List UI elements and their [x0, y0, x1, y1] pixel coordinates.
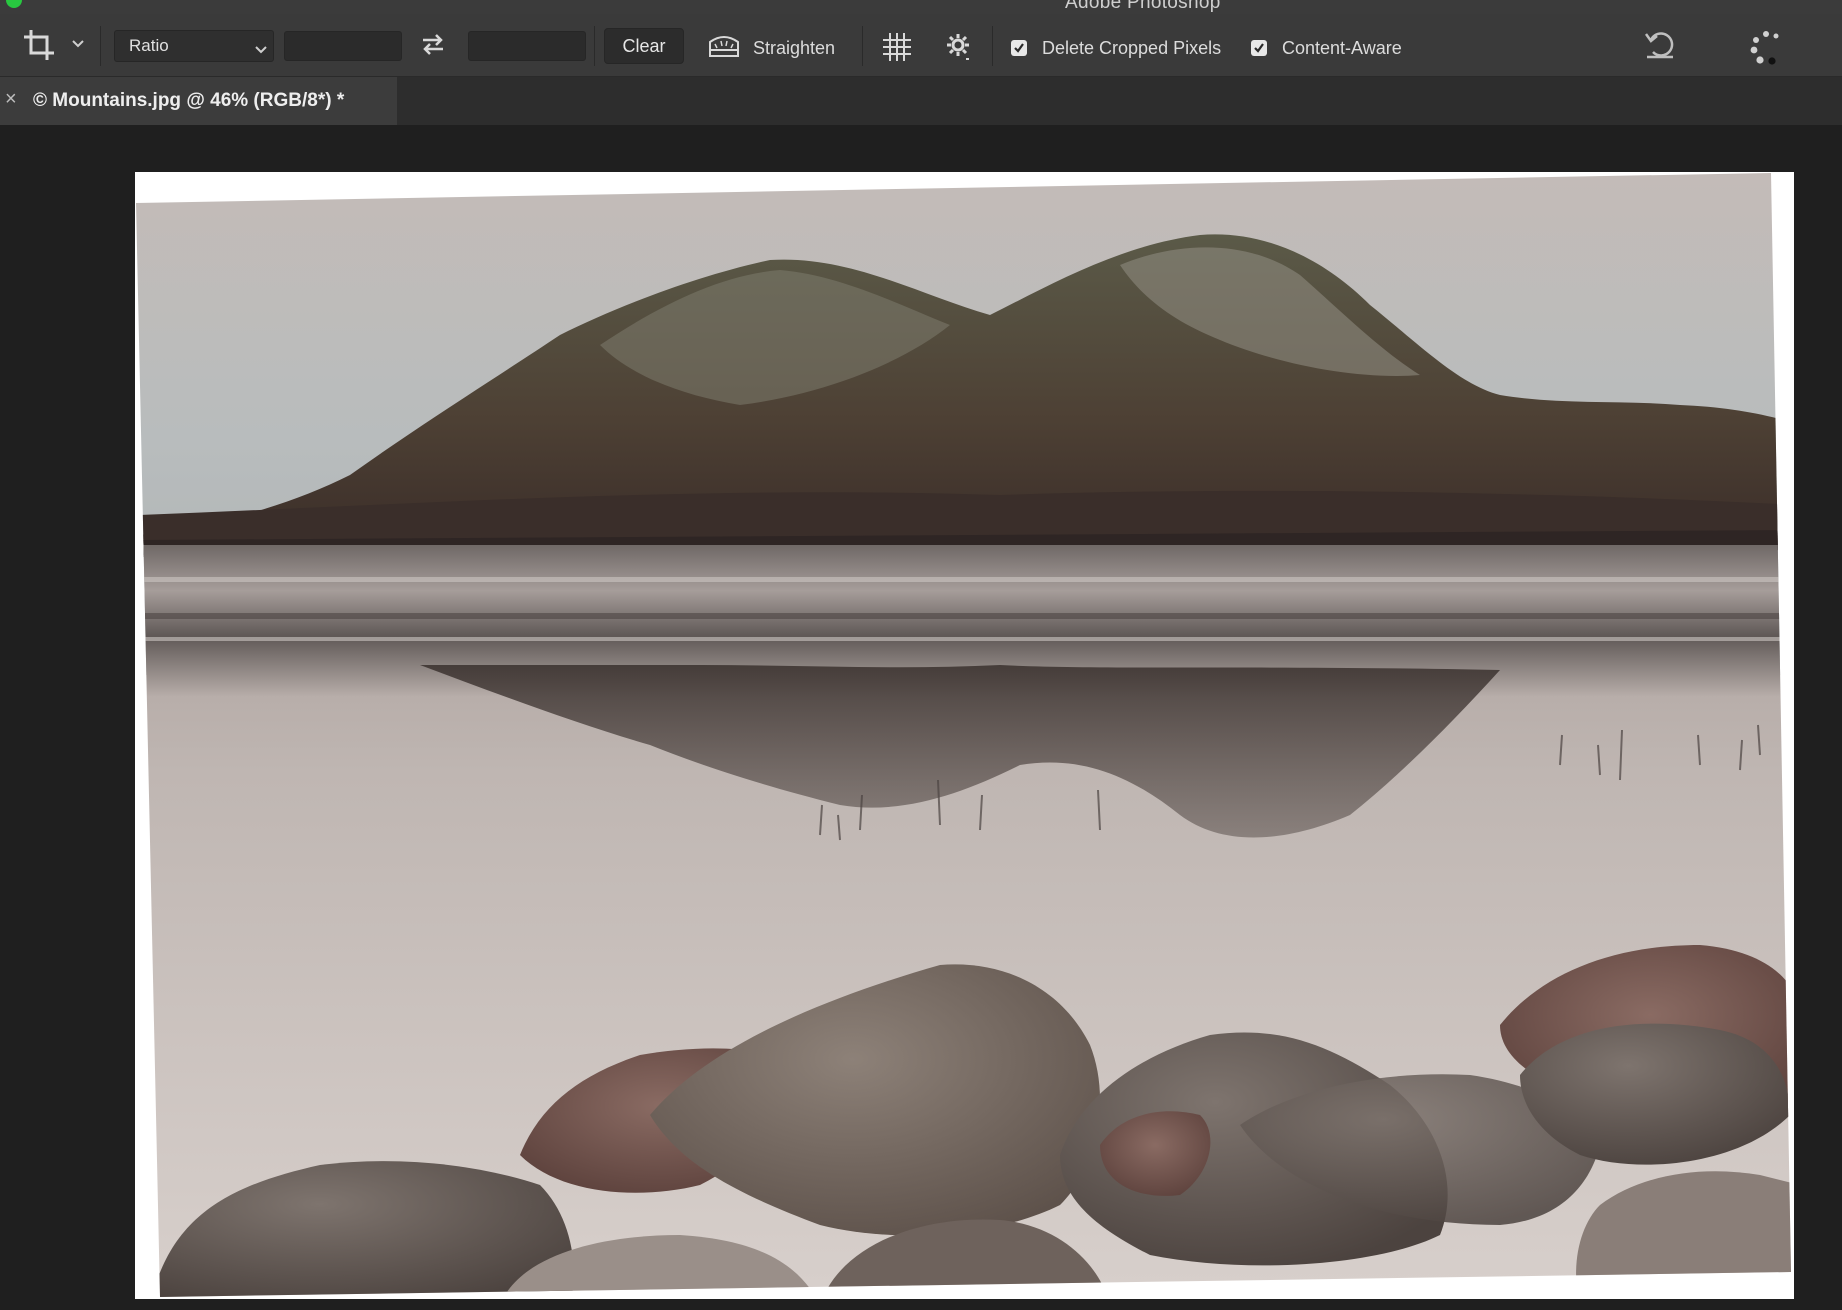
close-tab-icon[interactable]: ×	[5, 88, 17, 111]
delete-cropped-pixels-checkbox[interactable]	[1011, 40, 1027, 56]
document-tab-bar: × © Mountains.jpg @ 46% (RGB/8*) *	[0, 77, 1842, 125]
clear-button[interactable]: Clear	[604, 28, 684, 64]
content-aware-checkbox[interactable]	[1251, 40, 1267, 56]
mountains-lake-photo[interactable]	[0, 125, 1842, 1310]
crop-icon[interactable]	[22, 28, 56, 62]
content-aware-label[interactable]: Content-Aware	[1282, 38, 1402, 59]
title-bar: Adobe Photoshop	[0, 0, 1842, 14]
straighten-icon[interactable]	[706, 32, 742, 58]
crop-width-field[interactable]	[284, 31, 402, 61]
window-zoom-button[interactable]	[6, 0, 22, 8]
straighten-label[interactable]: Straighten	[753, 38, 835, 59]
grid-overlay-icon[interactable]	[882, 32, 912, 62]
document-tab[interactable]: × © Mountains.jpg @ 46% (RGB/8*) *	[0, 77, 397, 125]
canvas-area[interactable]	[0, 125, 1842, 1310]
swap-arrows-icon[interactable]	[420, 32, 446, 56]
crop-ratio-value: Ratio	[129, 36, 169, 55]
options-bar: Ratio Clear Straighten Delete Cropped Pi…	[0, 14, 1842, 77]
cancel-icon[interactable]	[1748, 30, 1784, 66]
crop-ratio-select[interactable]: Ratio	[114, 30, 274, 62]
chevron-down-icon	[255, 39, 267, 59]
crop-height-field[interactable]	[468, 31, 586, 61]
app-title: Adobe Photoshop	[1065, 0, 1221, 13]
delete-cropped-pixels-label[interactable]: Delete Cropped Pixels	[1042, 38, 1221, 59]
gear-icon[interactable]	[944, 32, 974, 62]
document-tab-title: © Mountains.jpg @ 46% (RGB/8*) *	[33, 90, 345, 111]
tool-preset-chevron-down-icon[interactable]	[72, 40, 84, 48]
reset-icon[interactable]	[1643, 28, 1677, 60]
